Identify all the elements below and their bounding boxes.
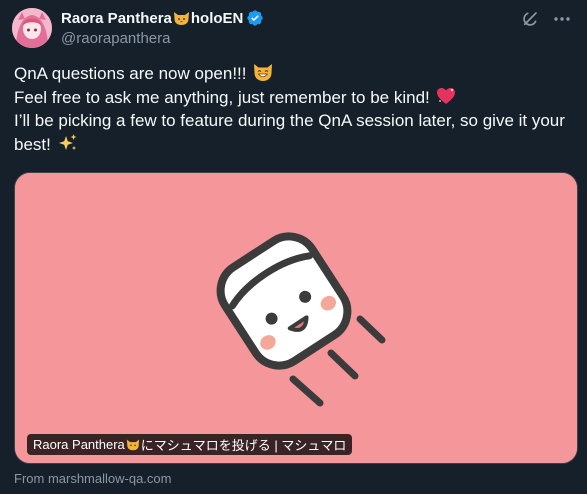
tweet-line-2: Feel free to ask me anything, just remem… — [14, 86, 580, 110]
tweet: Raora Panthera holoEN @raorapanthera QnA… — [0, 0, 587, 494]
cat-face-icon — [126, 438, 140, 451]
heart-with-ribbon-emoji-icon — [436, 86, 456, 106]
tweet-line-3-text: I’ll be picking a few to feature during … — [14, 111, 565, 154]
display-name-row[interactable]: Raora Panthera holoEN — [61, 8, 264, 28]
cat-face-icon — [173, 10, 190, 26]
tweet-text: QnA questions are now open!!! Feel free … — [14, 62, 580, 156]
author-info: Raora Panthera holoEN @raorapanthera — [61, 8, 264, 47]
card-title-prefix: Raora Panthera — [33, 437, 125, 452]
tweet-line-1: QnA questions are now open!!! — [14, 62, 580, 86]
tweet-line-1-text: QnA questions are now open!!! — [14, 64, 252, 83]
verified-badge-icon[interactable] — [246, 9, 264, 27]
tweet-actions-top — [519, 8, 573, 30]
card-source-link[interactable]: From marshmallow-qa.com — [14, 471, 171, 486]
sparkles-emoji-icon — [58, 133, 78, 153]
grinning-cat-emoji-icon — [253, 62, 273, 82]
display-name-suffix[interactable]: holoEN — [191, 10, 244, 27]
tweet-line-2-text: Feel free to ask me anything, just remem… — [14, 87, 435, 107]
link-preview-card[interactable]: Raora Panthera にマシュマロを投げる | マシュマロ — [14, 172, 578, 464]
avatar[interactable] — [12, 8, 52, 48]
grok-icon[interactable] — [519, 8, 541, 30]
card-title: Raora Panthera にマシュマロを投げる | マシュマロ — [27, 434, 353, 455]
more-icon[interactable] — [551, 8, 573, 30]
handle[interactable]: @raorapanthera — [61, 30, 264, 47]
marshmallow-illustration — [15, 173, 577, 463]
card-title-suffix: にマシュマロを投げる | マシュマロ — [140, 438, 347, 453]
tweet-line-3: I’ll be picking a few to feature during … — [14, 109, 580, 156]
display-name[interactable]: Raora Panthera — [61, 10, 172, 27]
